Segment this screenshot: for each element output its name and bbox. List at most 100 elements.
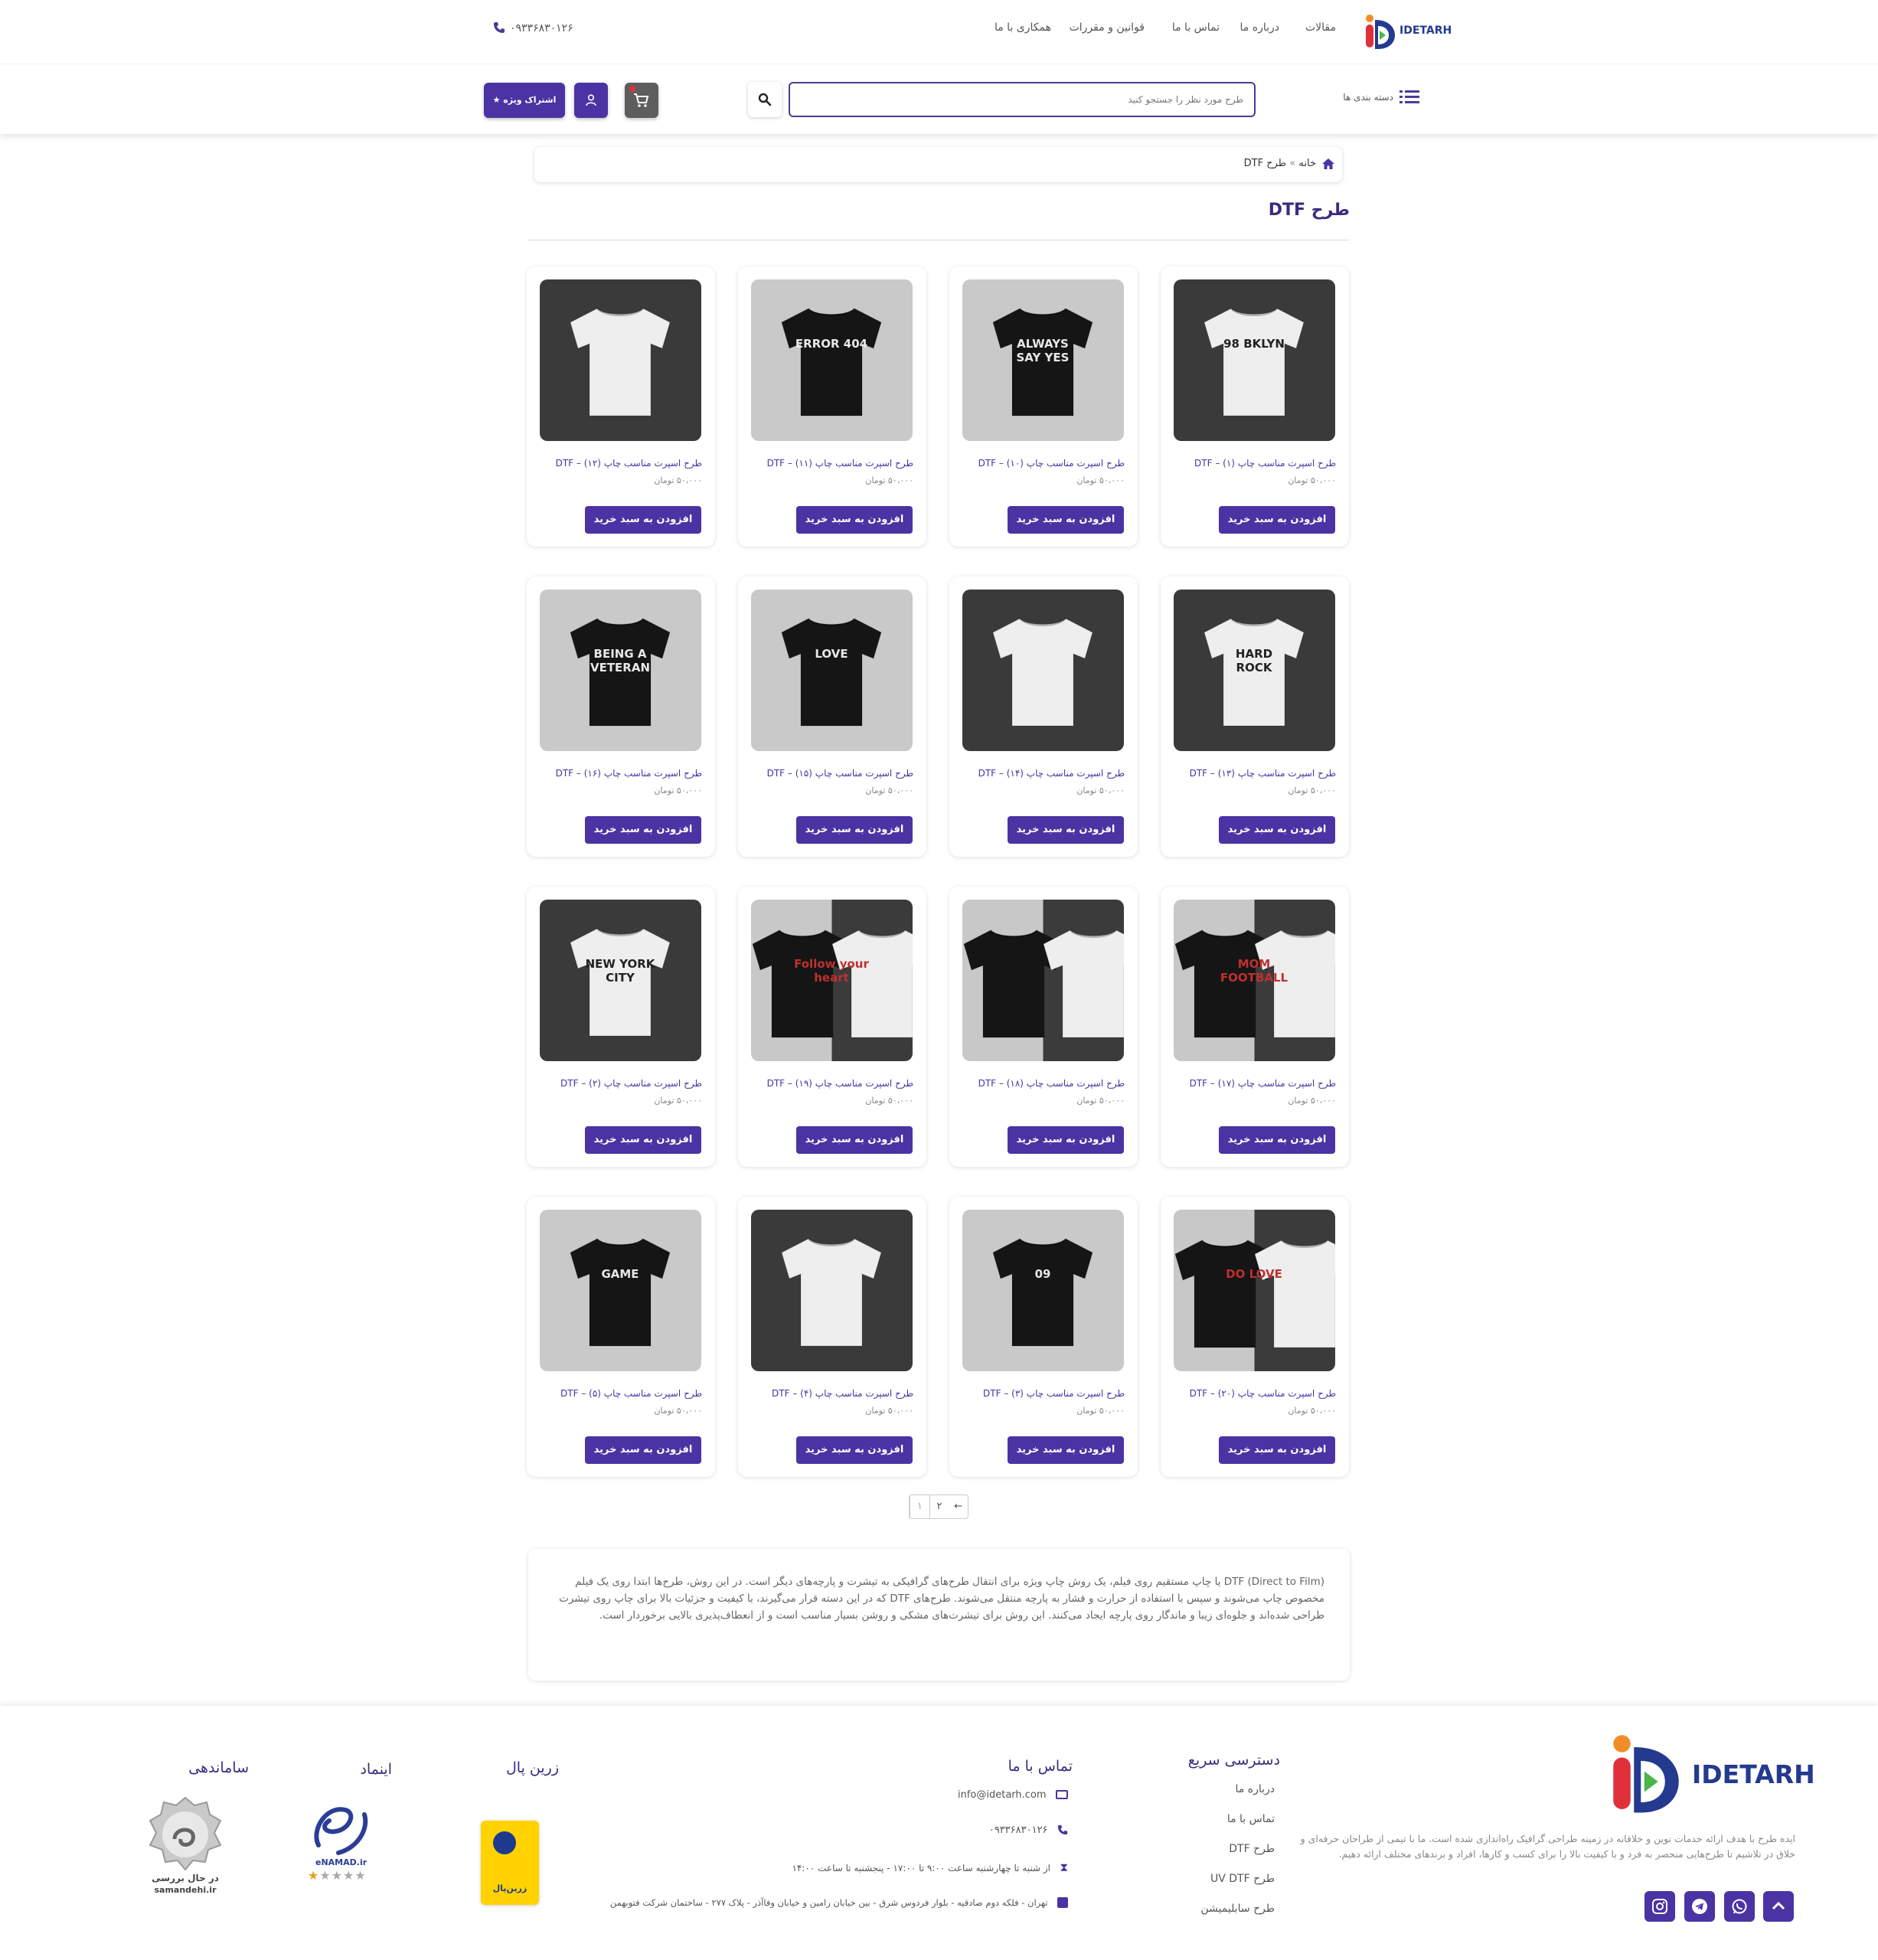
header-logo[interactable]: IDETARH: [1364, 14, 1452, 51]
add-to-cart-button[interactable]: افزودن به سبد خرید: [1008, 816, 1124, 844]
nav-rules[interactable]: قوانین و مقررات: [1070, 21, 1145, 34]
product-title[interactable]: طرح اسپرت مناسب چاپ (۲) – DTF: [560, 1078, 702, 1089]
product-title[interactable]: طرح اسپرت مناسب چاپ (۱۹) – DTF: [767, 1078, 913, 1089]
add-to-cart-button[interactable]: افزودن به سبد خرید: [1008, 1436, 1124, 1464]
quick-link-dtf[interactable]: طرح DTF: [1229, 1843, 1275, 1855]
product-card[interactable]: NEW YORK CITY طرح اسپرت مناسب چاپ (۲) – D…: [527, 887, 715, 1167]
product-image[interactable]: ALWAYS SAY YES: [962, 279, 1124, 441]
nav-cooperation[interactable]: همکاری با ما: [995, 21, 1051, 34]
product-card[interactable]: ALWAYS SAY YES طرح اسپرت مناسب چاپ (۱۰) –…: [949, 266, 1138, 547]
product-card[interactable]: MOM FOOTBALL طرح اسپرت مناسب چاپ (۱۷) – D…: [1161, 887, 1349, 1167]
enamad-badge[interactable]: eNAMAD.ir ★★★★★: [303, 1799, 380, 1891]
add-to-cart-button[interactable]: افزودن به سبد خرید: [585, 1436, 701, 1464]
product-card[interactable]: LOVE طرح اسپرت مناسب چاپ (۱۵) – DTF ۵۰،۰۰۰…: [738, 577, 926, 857]
product-title[interactable]: طرح اسپرت مناسب چاپ (۱۵) – DTF: [767, 768, 913, 779]
add-to-cart-button[interactable]: افزودن به سبد خرید: [585, 1126, 701, 1154]
zarinpal-badge[interactable]: زرین‌پال: [481, 1821, 539, 1905]
vip-subscription-button[interactable]: اشتراک ویژه ★: [484, 83, 565, 118]
product-card[interactable]: DO LOVE طرح اسپرت مناسب چاپ (۲۰) – DTF ۵۰،…: [1161, 1197, 1349, 1477]
product-title[interactable]: طرح اسپرت مناسب چاپ (۱۸) – DTF: [978, 1078, 1125, 1089]
product-title[interactable]: طرح اسپرت مناسب چاپ (۱۲) – DTF: [556, 458, 702, 469]
product-title[interactable]: طرح اسپرت مناسب چاپ (۴) – DTF: [772, 1388, 913, 1399]
scroll-top-button[interactable]: [1763, 1891, 1794, 1922]
product-image[interactable]: ERROR 404: [751, 279, 913, 441]
add-to-cart-button[interactable]: افزودن به سبد خرید: [796, 1436, 913, 1464]
home-icon[interactable]: [1322, 158, 1334, 169]
add-to-cart-button[interactable]: افزودن به سبد خرید: [1219, 816, 1335, 844]
samandehi-badge[interactable]: در حال بررسی samandehi.ir: [141, 1796, 230, 1903]
nav-contact[interactable]: تماس با ما: [1172, 21, 1220, 34]
search-input[interactable]: طرح مورد نظر را جستجو کنید: [789, 82, 1256, 117]
whatsapp-button[interactable]: [1724, 1891, 1755, 1922]
add-to-cart-button[interactable]: افزودن به سبد خرید: [796, 816, 913, 844]
add-to-cart-button[interactable]: افزودن به سبد خرید: [585, 506, 701, 534]
quick-link-uv-dtf[interactable]: طرح UV DTF: [1210, 1873, 1275, 1885]
categories-menu[interactable]: دسته بندی ها: [1335, 87, 1419, 110]
product-image[interactable]: [751, 1210, 913, 1371]
search-button[interactable]: [748, 82, 782, 117]
product-image[interactable]: MOM FOOTBALL: [1174, 900, 1335, 1061]
product-title[interactable]: طرح اسپرت مناسب چاپ (۱) – DTF: [1194, 458, 1336, 469]
product-image[interactable]: HARD ROCK: [1174, 590, 1335, 751]
account-button[interactable]: [574, 83, 608, 118]
product-image[interactable]: 98 BKLYN: [1174, 279, 1335, 441]
product-card[interactable]: طرح اسپرت مناسب چاپ (۱۴) – DTF ۵۰،۰۰۰ توم…: [949, 577, 1138, 857]
product-image[interactable]: Follow your heart: [751, 900, 913, 1061]
product-title[interactable]: طرح اسپرت مناسب چاپ (۱۶) – DTF: [556, 768, 702, 779]
add-to-cart-button[interactable]: افزودن به سبد خرید: [1008, 1126, 1124, 1154]
quick-link-about[interactable]: درباره ما: [1236, 1783, 1275, 1795]
add-to-cart-button[interactable]: افزودن به سبد خرید: [1219, 506, 1335, 534]
quick-link-sublimation[interactable]: طرح سابلیمیشن: [1200, 1903, 1275, 1915]
product-card[interactable]: طرح اسپرت مناسب چاپ (۱۲) – DTF ۵۰،۰۰۰ توم…: [527, 266, 715, 547]
product-title[interactable]: طرح اسپرت مناسب چاپ (۱۱) – DTF: [767, 458, 913, 469]
product-card[interactable]: طرح اسپرت مناسب چاپ (۱۸) – DTF ۵۰،۰۰۰ توم…: [949, 887, 1138, 1167]
product-card[interactable]: BEING A VETERAN طرح اسپرت مناسب چاپ (۱۶) …: [527, 577, 715, 857]
add-to-cart-button[interactable]: افزودن به سبد خرید: [796, 1126, 913, 1154]
product-title[interactable]: طرح اسپرت مناسب چاپ (۱۳) – DTF: [1190, 768, 1336, 779]
product-card[interactable]: طرح اسپرت مناسب چاپ (۴) – DTF ۵۰،۰۰۰ توما…: [738, 1197, 926, 1477]
product-image[interactable]: BEING A VETERAN: [540, 590, 701, 751]
contact-email-row[interactable]: info@idetarh.com: [958, 1788, 1068, 1801]
product-image[interactable]: 09: [962, 1210, 1124, 1371]
add-to-cart-button[interactable]: افزودن به سبد خرید: [585, 816, 701, 844]
add-to-cart-button[interactable]: افزودن به سبد خرید: [1219, 1436, 1335, 1464]
product-image[interactable]: GAME: [540, 1210, 701, 1371]
nav-articles[interactable]: مقالات: [1305, 21, 1336, 34]
product-title[interactable]: طرح اسپرت مناسب چاپ (۵) – DTF: [560, 1388, 702, 1399]
cart-button[interactable]: [625, 83, 658, 118]
quick-link-contact[interactable]: تماس با ما: [1227, 1813, 1275, 1825]
breadcrumb-home[interactable]: خانه: [1298, 158, 1316, 169]
product-card[interactable]: HARD ROCK طرح اسپرت مناسب چاپ (۱۳) – DTF ۵…: [1161, 577, 1349, 857]
product-card[interactable]: GAME طرح اسپرت مناسب چاپ (۵) – DTF ۵۰،۰۰۰ …: [527, 1197, 715, 1477]
product-image[interactable]: LOVE: [751, 590, 913, 751]
instagram-button[interactable]: [1644, 1891, 1675, 1922]
tshirt-icon: [570, 1238, 671, 1347]
telegram-button[interactable]: [1684, 1891, 1715, 1922]
nav-about[interactable]: درباره ما: [1240, 21, 1279, 34]
product-title[interactable]: طرح اسپرت مناسب چاپ (۱۰) – DTF: [978, 458, 1125, 469]
product-image[interactable]: [540, 279, 701, 441]
product-title[interactable]: طرح اسپرت مناسب چاپ (۱۷) – DTF: [1190, 1078, 1336, 1089]
chevron-up-icon: [1772, 1901, 1785, 1910]
product-title[interactable]: طرح اسپرت مناسب چاپ (۱۴) – DTF: [978, 768, 1125, 779]
footer-logo[interactable]: IDETARH: [1609, 1733, 1815, 1818]
add-to-cart-button[interactable]: افزودن به سبد خرید: [1008, 506, 1124, 534]
product-image[interactable]: DO LOVE: [1174, 1210, 1335, 1371]
add-to-cart-button[interactable]: افزودن به سبد خرید: [796, 506, 913, 534]
header-phone[interactable]: ۰۹۳۳۶۸۳۰۱۲۶: [493, 21, 585, 37]
product-image[interactable]: [962, 900, 1124, 1061]
pagination-page-2[interactable]: ۲: [929, 1495, 949, 1518]
product-card[interactable]: 09 طرح اسپرت مناسب چاپ (۳) – DTF ۵۰،۰۰۰ تو…: [949, 1197, 1138, 1477]
pagination-next[interactable]: ←: [949, 1495, 968, 1518]
product-image[interactable]: [962, 590, 1124, 751]
product-card[interactable]: ERROR 404 طرح اسپرت مناسب چاپ (۱۱) – DTF ۵…: [738, 266, 926, 547]
product-card[interactable]: 98 BKLYN طرح اسپرت مناسب چاپ (۱) – DTF ۵۰،…: [1161, 266, 1349, 547]
add-to-cart-button[interactable]: افزودن به سبد خرید: [1219, 1126, 1335, 1154]
product-title[interactable]: طرح اسپرت مناسب چاپ (۳) – DTF: [983, 1388, 1125, 1399]
enamad-stars: ★★★★★: [308, 1868, 367, 1883]
product-card[interactable]: Follow your heart طرح اسپرت مناسب چاپ (۱۹…: [738, 887, 926, 1167]
product-title[interactable]: طرح اسپرت مناسب چاپ (۲۰) – DTF: [1190, 1388, 1336, 1399]
contact-phone-row[interactable]: ۰۹۳۳۶۸۳۰۱۲۶: [989, 1824, 1068, 1836]
zarinpal-logo-text: زرین‌پال: [492, 1883, 527, 1893]
product-image[interactable]: NEW YORK CITY: [540, 900, 701, 1061]
